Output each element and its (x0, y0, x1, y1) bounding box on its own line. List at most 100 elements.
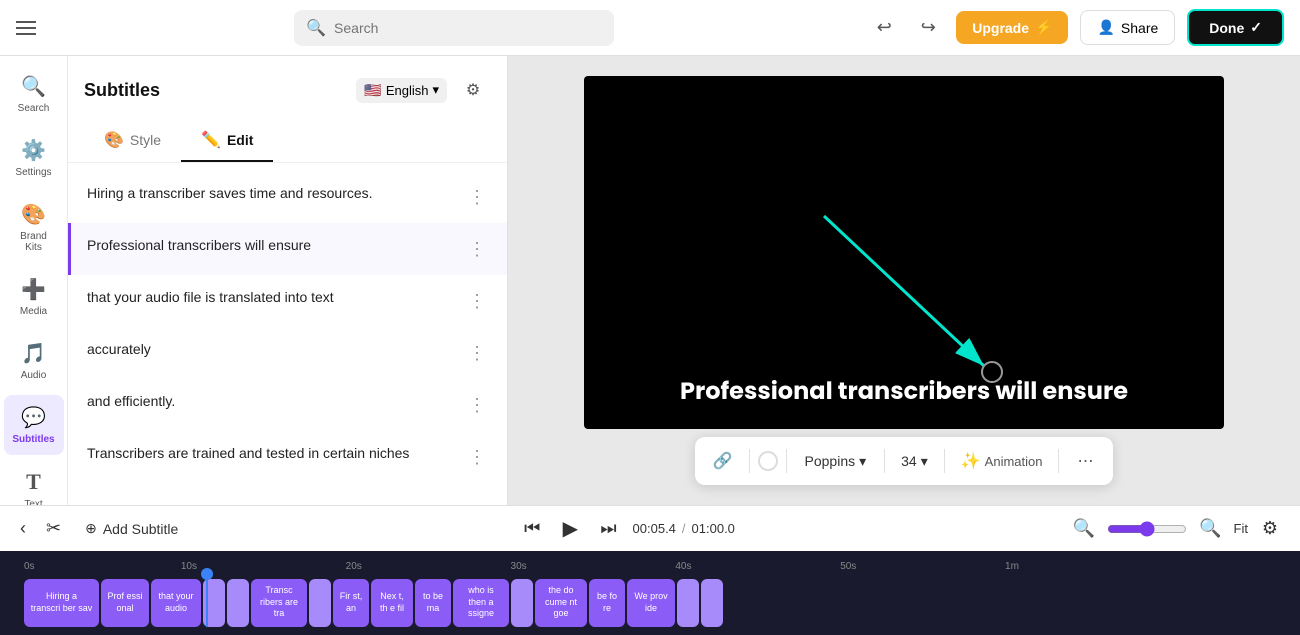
animation-button[interactable]: ✨ Animation (953, 443, 1051, 479)
style-icon: 🎨 (104, 130, 124, 150)
video-subtitle-text: Professional transcribers will ensure (660, 354, 1148, 429)
sidebar-item-label: Audio (21, 370, 47, 381)
share-button[interactable]: 👤 Share (1080, 10, 1175, 45)
top-bar-center: 🔍 (40, 10, 868, 46)
clip-block[interactable]: Nex t, th e fil (371, 579, 413, 627)
font-name-label: Poppins (805, 453, 856, 469)
needle-head (201, 568, 213, 580)
panel-title-actions: 🇺🇸 English ▾ ⚙ (356, 72, 491, 108)
fit-button[interactable]: Fit (1234, 521, 1248, 536)
clip-block[interactable]: to be ma (415, 579, 451, 627)
clip-block[interactable]: We prov ide (627, 579, 675, 627)
ruler-mark: 0s (24, 561, 35, 572)
clip-block[interactable]: Fir st, an (333, 579, 369, 627)
more-options-button[interactable]: ⋯ (1067, 443, 1103, 479)
font-size-label: 34 (901, 453, 917, 469)
tab-edit-label: Edit (227, 132, 253, 148)
subtitle-item[interactable]: Professional transcribers will ensure ⋮ (68, 223, 507, 275)
clip-block[interactable]: Hiring a transcri ber sav (24, 579, 99, 627)
clip-text: to be ma (421, 591, 445, 614)
sidebar-item-text[interactable]: T Text (4, 459, 64, 505)
play-button[interactable]: ▶ (552, 511, 588, 547)
sidebar-item-brand[interactable]: 🎨 Brand Kits (4, 192, 64, 263)
clip-block[interactable]: the do cume nt goe (535, 579, 587, 627)
ruler-mark: 30s (511, 561, 527, 572)
language-label: English (386, 83, 429, 98)
undo-button[interactable]: ↩ (868, 12, 900, 44)
sidebar-item-label: Settings (15, 167, 51, 178)
collapse-button[interactable]: ‹ (16, 514, 30, 543)
clip-block[interactable]: Prof essi onal (101, 579, 149, 627)
total-time: 01:00.0 (692, 521, 735, 536)
font-size-selector[interactable]: 34 ▾ (893, 449, 936, 474)
sidebar-item-subtitles[interactable]: 💬 Subtitles (4, 395, 64, 455)
top-bar-left (16, 16, 40, 40)
clip-block[interactable]: Transc ribers are tra (251, 579, 307, 627)
top-bar: 🔍 ↩ ↪ Upgrade ⚡ 👤 Share Done ✓ (0, 0, 1300, 56)
upgrade-label: Upgrade (972, 20, 1029, 36)
sidebar-item-audio[interactable]: 🎵 Audio (4, 331, 64, 391)
sidebar-item-settings[interactable]: ⚙️ Settings (4, 128, 64, 188)
subtitle-item[interactable]: accurately ⋮ (68, 327, 507, 379)
clip-text: the do cume nt goe (541, 585, 581, 620)
clip-block[interactable]: who is then a ssigne (453, 579, 509, 627)
clip-block[interactable] (701, 579, 723, 627)
zoom-slider[interactable] (1107, 521, 1187, 537)
subtitle-menu-button[interactable]: ⋮ (463, 339, 491, 367)
subtitle-menu-button[interactable]: ⋮ (463, 391, 491, 419)
subtitle-menu-button[interactable]: ⋮ (463, 443, 491, 471)
ruler-mark: 50s (840, 561, 856, 572)
subtitle-menu-button[interactable]: ⋮ (463, 287, 491, 315)
chevron-down-icon: ▾ (859, 453, 866, 470)
subtitle-text: Hiring a transcriber saves time and reso… (87, 183, 463, 204)
clip-block[interactable] (677, 579, 699, 627)
text-toolbar: 🔗 Poppins ▾ 34 ▾ ✨ Animation ⋯ (695, 437, 1114, 485)
sidebar-item-media[interactable]: ➕ Media (4, 267, 64, 327)
rewind-button[interactable]: ⏮ (520, 514, 544, 543)
link-button[interactable]: 🔗 (705, 443, 741, 479)
language-selector[interactable]: 🇺🇸 English ▾ (356, 78, 447, 103)
tab-edit[interactable]: ✏️ Edit (181, 120, 273, 162)
done-button[interactable]: Done ✓ (1187, 9, 1284, 46)
search-bar[interactable]: 🔍 (294, 10, 614, 46)
ruler-mark: 1m (1005, 561, 1019, 572)
panel-title-row: Subtitles 🇺🇸 English ▾ ⚙ (84, 72, 491, 108)
font-selector[interactable]: Poppins ▾ (795, 449, 877, 474)
tab-style[interactable]: 🎨 Style (84, 120, 181, 162)
clip-text: that your audio (157, 591, 195, 614)
subtitle-item[interactable]: and efficiently. ⋮ (68, 379, 507, 431)
filter-button[interactable]: ⚙ (455, 72, 491, 108)
color-picker[interactable] (758, 451, 778, 471)
subtitle-text: and efficiently. (87, 391, 463, 412)
clip-block[interactable] (511, 579, 533, 627)
chevron-down-icon: ▾ (432, 82, 439, 98)
add-subtitle-button[interactable]: ⊕ Add Subtitle (77, 516, 186, 541)
zoom-controls: 🔍 🔍 Fit ⚙ (1069, 514, 1284, 543)
subtitle-item[interactable]: Transcribers are trained and tested in c… (68, 431, 507, 483)
subtitle-item[interactable]: that your audio file is translated into … (68, 275, 507, 327)
fast-forward-button[interactable]: ⏭ (596, 514, 620, 543)
clip-block[interactable] (227, 579, 249, 627)
sidebar-item-search[interactable]: 🔍 Search (4, 64, 64, 124)
scissors-button[interactable]: ✂ (42, 514, 65, 543)
audio-icon: 🎵 (21, 341, 46, 366)
subtitle-menu-button[interactable]: ⋮ (463, 235, 491, 263)
zoom-in-button[interactable]: 🔍 (1195, 514, 1225, 543)
hamburger-menu-icon[interactable] (16, 16, 40, 40)
search-input[interactable] (334, 20, 602, 36)
subtitle-menu-button[interactable]: ⋮ (463, 183, 491, 211)
zoom-out-button[interactable]: 🔍 (1069, 514, 1099, 543)
toolbar-divider (884, 449, 885, 473)
search-icon: 🔍 (306, 18, 326, 38)
timeline-settings-button[interactable]: ⚙ (1256, 515, 1284, 543)
clip-text: Hiring a transcri ber sav (30, 591, 93, 614)
ruler-mark: 40s (675, 561, 691, 572)
upgrade-button[interactable]: Upgrade ⚡ (956, 11, 1068, 44)
clip-block[interactable]: be fo re (589, 579, 625, 627)
settings-icon: ⚙️ (21, 138, 46, 163)
redo-button[interactable]: ↪ (912, 12, 944, 44)
toolbar-divider (1058, 449, 1059, 473)
subtitle-item[interactable]: Hiring a transcriber saves time and reso… (68, 171, 507, 223)
clip-block[interactable] (309, 579, 331, 627)
clip-block[interactable]: that your audio (151, 579, 201, 627)
